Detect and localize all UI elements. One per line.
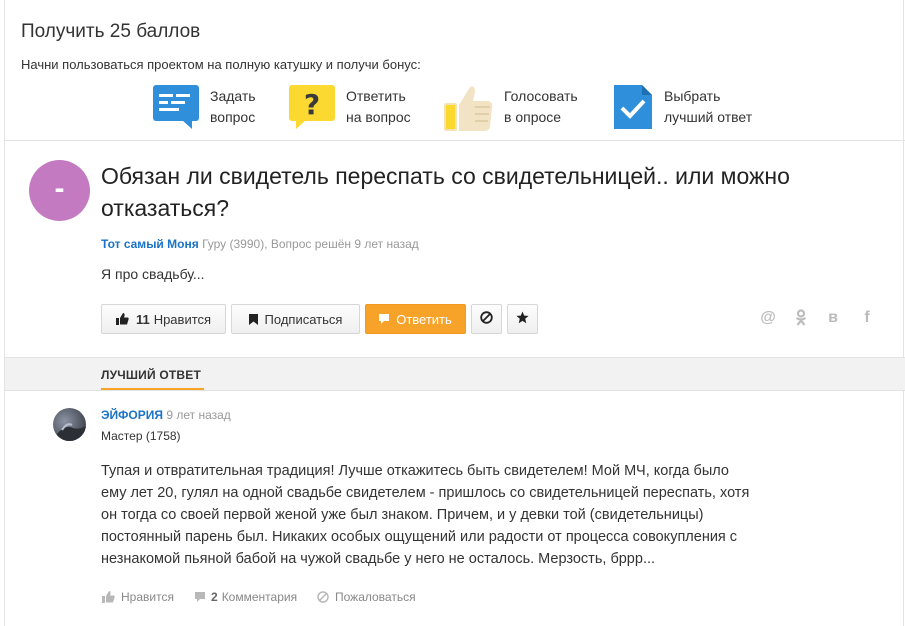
answer-like-label: Нравится	[121, 590, 174, 604]
action-line1: Выбрать	[664, 88, 721, 104]
question-author-link[interactable]: Тот самый Моня	[101, 237, 199, 251]
block-icon	[317, 591, 329, 603]
bonus-block: Получить 25 баллов Начни пользоваться пр…	[5, 0, 905, 141]
subscribe-label: Подписаться	[264, 311, 343, 327]
page-frame: Получить 25 баллов Начни пользоваться пр…	[4, 0, 905, 626]
answer-avatar[interactable]	[53, 408, 86, 441]
share-mail-icon[interactable]: @	[758, 309, 778, 327]
best-answer-bar: ЛУЧШИЙ ОТВЕТ	[5, 357, 905, 391]
thumbs-up-icon	[102, 591, 115, 603]
answer-like-link[interactable]: Нравится	[102, 590, 174, 604]
action-line2: в опросе	[504, 109, 562, 125]
question-meta-text: Гуру (3990), Вопрос решён 9 лет назад	[202, 237, 419, 251]
action-line2: на вопрос	[346, 109, 411, 125]
share-vk-icon[interactable]: в	[823, 309, 843, 327]
comment-icon	[379, 314, 390, 324]
reply-label: Ответить	[396, 311, 452, 327]
answer-report-label: Пожаловаться	[335, 590, 416, 604]
thumbs-up-icon	[442, 83, 494, 131]
star-icon	[516, 311, 529, 327]
answer-line: постоянный парень был. Никаких особых ощ…	[101, 529, 738, 545]
question-avatar[interactable]: -	[29, 160, 90, 221]
answer-author-line: ЭЙФОРИЯ 9 лет назад	[101, 408, 231, 422]
thumbs-up-icon	[115, 313, 129, 325]
action-line1: Голосовать	[504, 88, 578, 104]
like-button[interactable]: 11 Нравится	[101, 304, 226, 334]
answer-comments-count: 2	[211, 590, 218, 604]
share-ok-icon[interactable]	[791, 309, 811, 331]
vote-poll-action[interactable]: Голосовать в опросе	[442, 82, 578, 132]
bookmark-icon	[248, 313, 258, 325]
answer-text: Тупая и отвратительная традиция! Лучше о…	[101, 460, 811, 570]
bonus-title: Получить 25 баллов	[21, 21, 201, 42]
question-text: Я про свадьбу...	[101, 266, 205, 282]
block-button[interactable]	[471, 304, 502, 334]
subscribe-button[interactable]: Подписаться	[231, 304, 360, 334]
answer-line: ему лет 20, гулял на одной свадьбе свиде…	[101, 485, 750, 501]
best-answer-label: ЛУЧШИЙ ОТВЕТ	[101, 368, 202, 382]
answer-author-link[interactable]: ЭЙФОРИЯ	[101, 408, 163, 422]
like-label: Нравится	[153, 311, 212, 327]
bonus-subtitle: Начни пользоваться проектом на полную ка…	[21, 57, 421, 72]
answer-author-rank: Мастер (1758)	[101, 429, 181, 443]
question-bubble-icon	[152, 83, 200, 131]
action-line2: вопрос	[210, 109, 256, 125]
question-meta: Тот самый Моня Гуру (3990), Вопрос решён…	[101, 237, 419, 251]
answer-comments-label: Комментария	[221, 590, 298, 604]
svg-text:?: ?	[304, 88, 320, 121]
answer-line: Тупая и отвратительная традиция! Лучше о…	[101, 463, 729, 479]
choose-best-action[interactable]: Выбрать лучший ответ	[612, 82, 752, 132]
reply-button[interactable]: Ответить	[365, 304, 466, 334]
block-icon	[480, 311, 493, 327]
answer-time: 9 лет назад	[166, 408, 231, 422]
question-title: Обязан ли свидетель переспать со свидете…	[101, 163, 790, 221]
comment-icon	[195, 592, 205, 602]
like-count: 11	[135, 311, 150, 327]
action-line2: лучший ответ	[664, 109, 753, 125]
answer-report-link[interactable]: Пожаловаться	[317, 590, 416, 604]
favorite-button[interactable]	[507, 304, 538, 334]
best-answer-underline	[101, 388, 204, 390]
answer-line: незнакомой пьяной бабой на чужой свадьбе…	[101, 551, 656, 567]
share-facebook-icon[interactable]: f	[857, 309, 877, 327]
answer-question-action[interactable]: ? Ответить на вопрос	[288, 82, 411, 132]
question-mark-icon: ?	[288, 83, 336, 131]
answer-line: он тогда со своей первой женой уже был з…	[101, 507, 704, 523]
action-line1: Задать	[210, 88, 256, 104]
ask-question-action[interactable]: Задать вопрос	[152, 82, 256, 132]
action-line1: Ответить	[346, 88, 406, 104]
answer-comments-link[interactable]: 2 Комментария	[195, 590, 297, 604]
checkmark-doc-icon	[612, 83, 654, 131]
